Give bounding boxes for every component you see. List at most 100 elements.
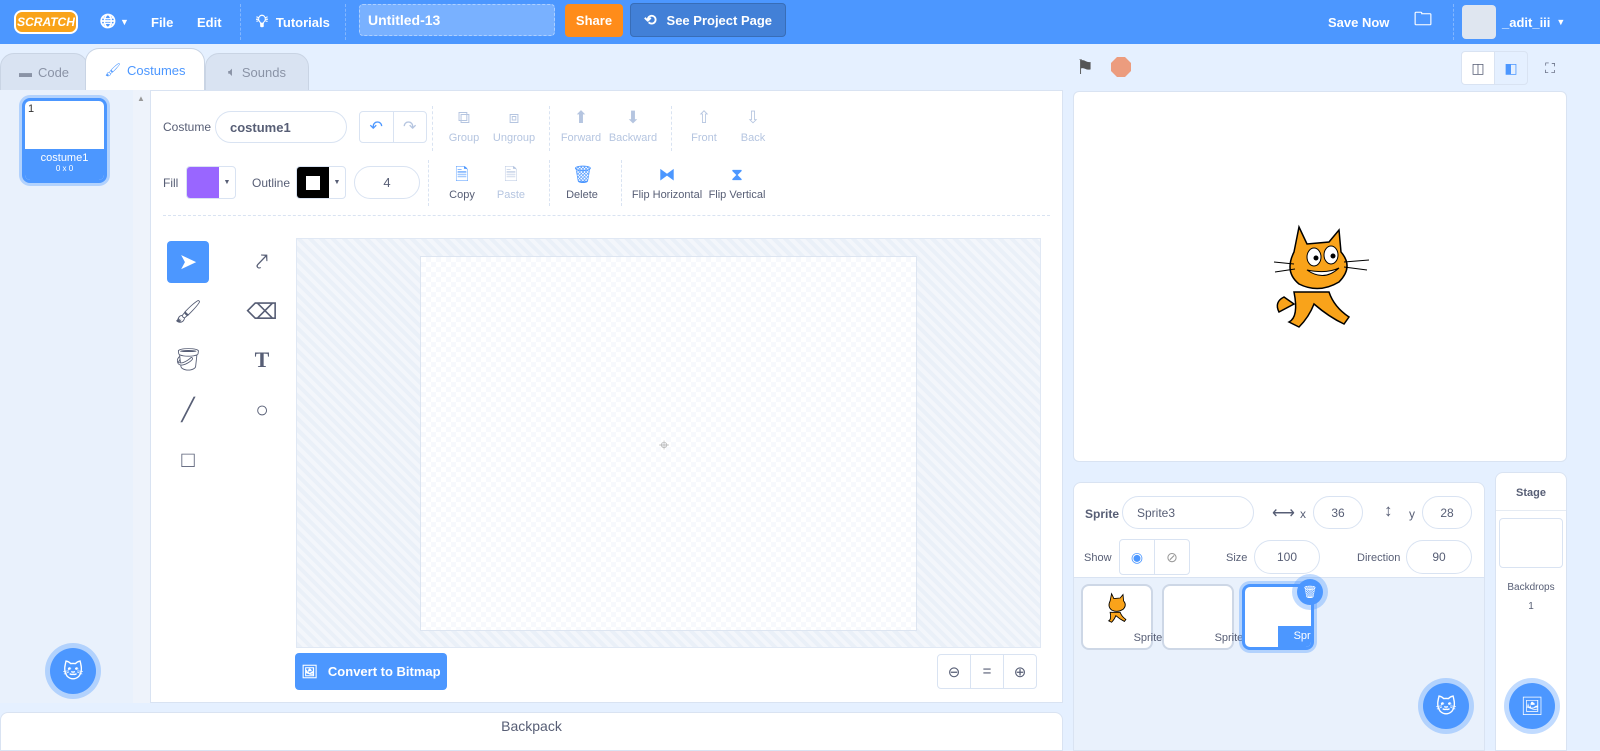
- zoom-reset-button[interactable]: =: [970, 654, 1004, 689]
- costume-list-scrollbar[interactable]: ▲: [133, 90, 150, 703]
- x-label: x: [1300, 507, 1306, 521]
- select-tool[interactable]: ➤: [167, 241, 209, 283]
- backpack-label: Backpack: [501, 718, 562, 734]
- undo-icon[interactable]: ↶: [360, 112, 394, 142]
- ungroup-label: Ungroup: [492, 132, 536, 144]
- costume-size: 0 x 0: [55, 164, 74, 173]
- backdrops-label: Backdrops: [1507, 582, 1555, 593]
- backward-label: Backward: [608, 132, 658, 144]
- flip-vertical-button[interactable]: ⧗ Flip Vertical: [702, 165, 772, 201]
- tab-code[interactable]: ▬ Code: [0, 53, 88, 91]
- caret-down-icon: ▼: [333, 179, 341, 186]
- my-stuff-folder-icon[interactable]: 🗀: [1414, 0, 1432, 44]
- line-tool[interactable]: ╱: [167, 389, 209, 431]
- logo-text: SCRATCH: [17, 15, 75, 29]
- backward-button[interactable]: ⬇ Backward: [598, 108, 668, 144]
- tab-label: Code: [37, 64, 70, 80]
- reshape-tool[interactable]: ⤤: [241, 241, 283, 283]
- share-button[interactable]: Share: [565, 4, 623, 37]
- paste-label: Paste: [496, 189, 526, 201]
- sprite-tile-sprite2[interactable]: Sprite2: [1162, 584, 1249, 650]
- back-button[interactable]: ⇩ Back: [718, 108, 788, 144]
- choose-sprite-button[interactable]: 🐱︎: [1423, 683, 1469, 729]
- green-flag-icon[interactable]: ⚑: [1076, 55, 1094, 80]
- costume-item[interactable]: 1 costume1 0 x 0: [22, 98, 107, 183]
- stage-title: Stage: [1496, 473, 1566, 511]
- costume-name-input[interactable]: costume1: [215, 111, 347, 143]
- stage-canvas[interactable]: [1073, 91, 1567, 462]
- direction-label: Direction: [1357, 552, 1401, 564]
- copy-label: Copy: [449, 189, 475, 201]
- sprite-name-input[interactable]: Sprite3: [1122, 496, 1254, 529]
- backpack[interactable]: Backpack: [0, 712, 1063, 751]
- circle-icon: ○: [255, 397, 269, 422]
- edit-menu[interactable]: Edit: [197, 0, 222, 44]
- choose-backdrop-button[interactable]: 🖼︎: [1509, 683, 1555, 729]
- convert-to-bitmap-button[interactable]: 🖼︎ Convert to Bitmap: [295, 653, 447, 690]
- paste-button[interactable]: 🗎 Paste: [476, 165, 546, 201]
- scroll-up-icon[interactable]: ▲: [137, 94, 145, 103]
- delete-button[interactable]: 🗑︎ Delete: [547, 165, 617, 201]
- fill-tool[interactable]: 🪣︎: [167, 339, 209, 381]
- large-stage-button[interactable]: ◧: [1494, 51, 1528, 85]
- redo-icon[interactable]: ↷: [394, 112, 427, 142]
- caret-down-icon: ▼: [223, 179, 231, 186]
- flip-horizontal-button[interactable]: ⧓ Flip Horizontal: [626, 165, 708, 201]
- see-project-page-label: See Project Page: [666, 12, 773, 28]
- account-menu[interactable]: _adit_iii ▼: [1462, 0, 1565, 44]
- delete-label: Delete: [566, 189, 598, 201]
- back-label: Back: [740, 132, 766, 144]
- file-menu[interactable]: File: [151, 0, 173, 44]
- ungroup-button[interactable]: ⧈ Ungroup: [479, 108, 549, 144]
- circle-tool[interactable]: ○: [241, 389, 283, 431]
- cat-plus-icon: 🐱︎: [62, 660, 84, 683]
- globe-icon: 🌐︎: [100, 10, 116, 33]
- delete-sprite-button[interactable]: 🗑︎: [1297, 579, 1323, 605]
- costume-name: costume1: [40, 152, 89, 164]
- y-input[interactable]: 28: [1422, 496, 1472, 529]
- x-input[interactable]: 36: [1313, 496, 1363, 529]
- outline-width-input[interactable]: 4: [354, 166, 420, 199]
- caret-down-icon: ▼: [1556, 17, 1566, 27]
- small-stage-button[interactable]: ◫: [1461, 51, 1495, 85]
- stage-thumbnail[interactable]: [1499, 518, 1563, 568]
- image-plus-icon: 🖼︎: [1520, 695, 1544, 716]
- tab-costumes[interactable]: 🖌︎ Costumes: [85, 48, 205, 91]
- direction-input[interactable]: 90: [1406, 540, 1472, 574]
- rectangle-tool[interactable]: □: [167, 439, 209, 481]
- convert-label: Convert to Bitmap: [327, 664, 441, 679]
- zoom-out-button[interactable]: ⊖: [937, 654, 971, 689]
- project-title-input[interactable]: Untitled-13: [359, 4, 555, 36]
- sprite-tile-sprite1[interactable]: Sprite1: [1081, 584, 1168, 650]
- eraser-tool[interactable]: ⌫: [241, 291, 283, 333]
- eye-hidden-icon[interactable]: ⊘: [1155, 540, 1189, 574]
- tutorials-button[interactable]: 💡︎ Tutorials: [256, 0, 330, 44]
- front-label: Front: [691, 132, 717, 144]
- save-now-button[interactable]: Save Now: [1328, 0, 1389, 44]
- front-icon: ⇧: [696, 108, 712, 127]
- line-icon: ╱: [181, 397, 195, 422]
- fullscreen-button[interactable]: ⛶: [1533, 51, 1567, 85]
- copy-icon: 🗎: [455, 165, 469, 184]
- scratch-logo[interactable]: SCRATCH: [14, 10, 78, 34]
- outline-swatch: [297, 167, 329, 198]
- tab-sounds[interactable]: 🔈︎ Sounds: [205, 53, 309, 91]
- see-project-page-button[interactable]: ⟲ See Project Page: [630, 3, 786, 37]
- eye-icon[interactable]: ◉: [1120, 540, 1155, 574]
- language-menu[interactable]: 🌐︎ ▼: [100, 0, 129, 44]
- visibility-toggle: ◉ ⊘: [1119, 539, 1190, 575]
- text-tool[interactable]: T: [241, 339, 283, 381]
- brush-tool[interactable]: 🖌︎: [167, 291, 209, 333]
- size-input[interactable]: 100: [1254, 540, 1320, 574]
- cat-sprite[interactable]: [1269, 222, 1374, 332]
- zoom-in-button[interactable]: ⊕: [1003, 654, 1037, 689]
- paint-canvas[interactable]: ⌖: [420, 256, 917, 631]
- brush-icon: 🖌︎: [104, 62, 121, 77]
- outline-color-picker[interactable]: ▼: [296, 166, 346, 199]
- stop-icon[interactable]: [1111, 57, 1131, 77]
- fill-color-picker[interactable]: ▼: [186, 166, 236, 199]
- choose-costume-button[interactable]: 🐱︎: [50, 648, 96, 694]
- trash-icon: 🗑︎: [572, 165, 594, 184]
- costume-index: 1: [28, 103, 35, 115]
- tab-label: Costumes: [126, 62, 186, 78]
